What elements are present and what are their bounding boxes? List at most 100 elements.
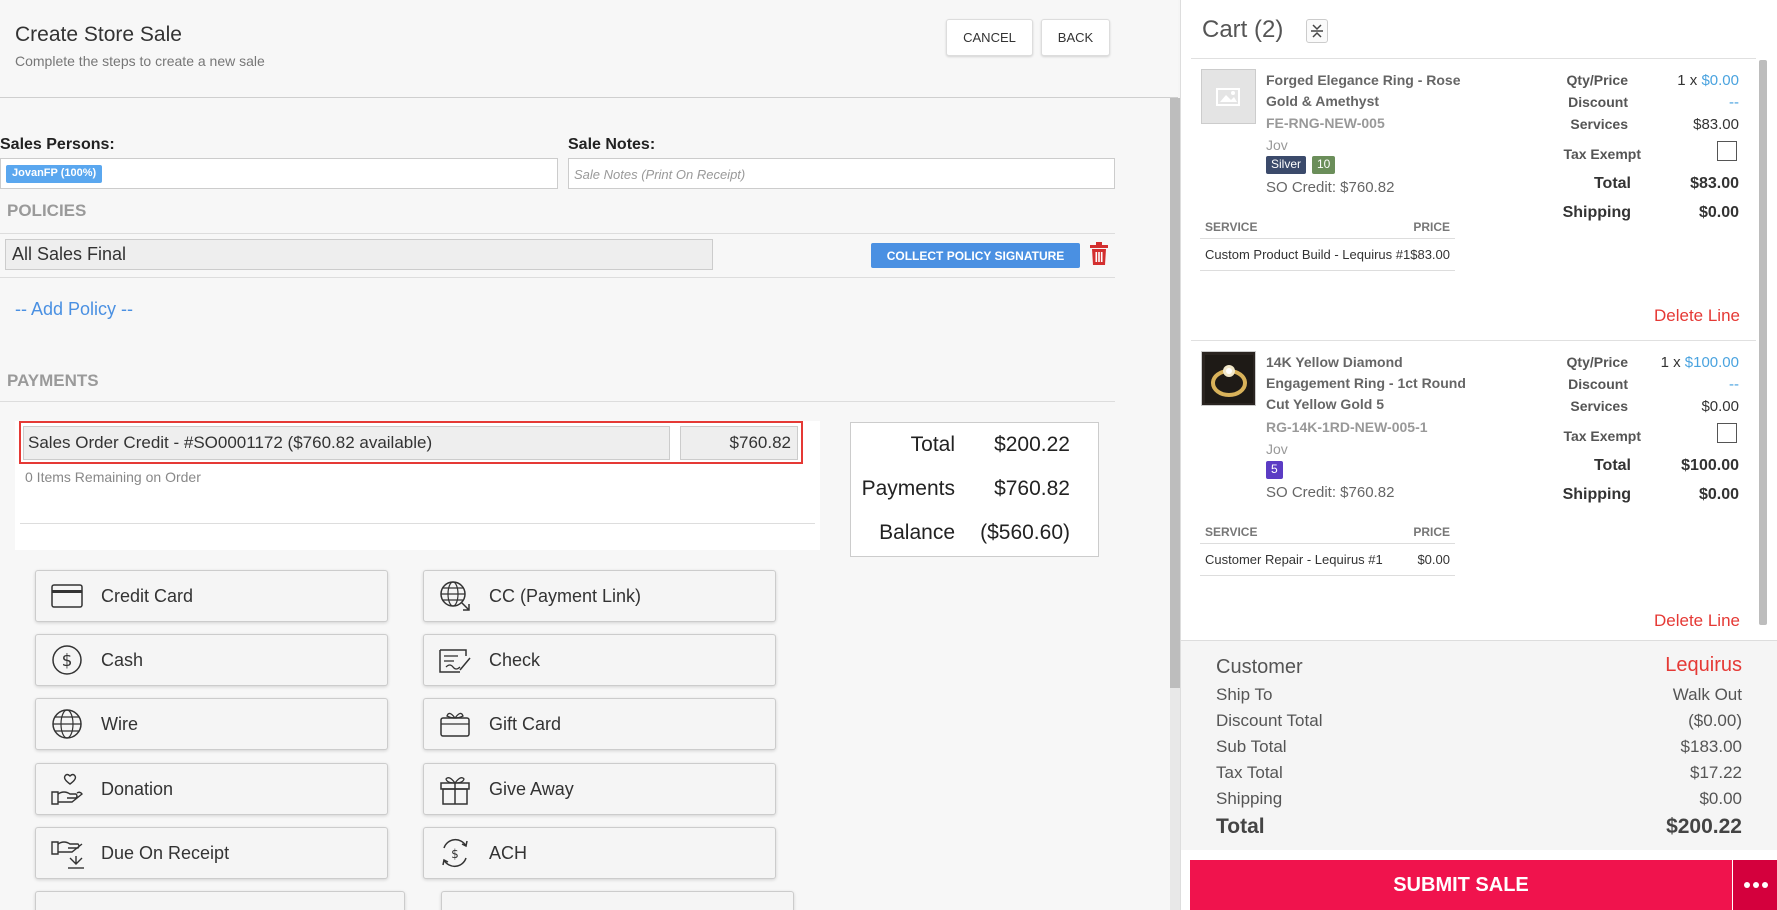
donation-button[interactable]: Donation	[35, 763, 388, 815]
service-price: $0.00	[1417, 552, 1450, 567]
item-total-value: $83.00	[1690, 175, 1739, 192]
payment-method-button[interactable]	[35, 891, 405, 910]
due-on-receipt-button[interactable]: Due On Receipt	[35, 827, 388, 879]
payments-value: $760.82	[994, 477, 1070, 500]
customer-value[interactable]: Lequirus	[1665, 654, 1742, 677]
divider	[1191, 58, 1756, 59]
services-value: $83.00	[1693, 116, 1739, 133]
donation-icon	[50, 772, 84, 806]
item-total-label: Total	[1593, 175, 1631, 192]
balance-row: Balance ($560.60)	[851, 521, 1100, 551]
item-shipping-value[interactable]: $0.00	[1699, 486, 1739, 504]
balance-value: ($560.60)	[980, 521, 1070, 544]
discount-value[interactable]: --	[1729, 376, 1739, 393]
qty-price-label: Qty/Price	[1566, 72, 1628, 88]
payments-heading: PAYMENTS	[7, 371, 99, 390]
delete-line-link[interactable]: Delete Line	[1654, 306, 1740, 326]
delete-line-link[interactable]: Delete Line	[1654, 611, 1740, 631]
sales-persons-field[interactable]: JovanFP (100%)	[0, 158, 558, 189]
due-on-receipt-label: Due On Receipt	[101, 842, 230, 863]
submit-sale-button[interactable]: SUBMIT SALE	[1190, 860, 1732, 910]
size-badge: 5	[1266, 461, 1283, 479]
price-value[interactable]: $100.00	[1685, 354, 1739, 371]
cash-button[interactable]: $ Cash	[35, 634, 388, 686]
gift-card-button[interactable]: Gift Card	[423, 698, 776, 750]
ship-to-value[interactable]: Walk Out	[1673, 685, 1742, 705]
service-column-header: SERVICE	[1205, 525, 1258, 539]
trash-icon[interactable]	[1088, 242, 1110, 266]
cc-payment-link-button[interactable]: CC (Payment Link)	[423, 570, 776, 622]
qty-price-value[interactable]: 1 x $100.00	[1661, 354, 1739, 371]
check-label: Check	[489, 649, 541, 670]
more-options-icon[interactable]	[1733, 860, 1777, 910]
wire-button[interactable]: Wire	[35, 698, 388, 750]
item-shipping-label: Shipping	[1562, 204, 1631, 221]
cancel-button[interactable]: CANCEL	[946, 19, 1033, 56]
size-badge: 10	[1312, 156, 1336, 174]
scrollbar-thumb[interactable]	[1170, 98, 1180, 688]
sub-total-value: $183.00	[1680, 737, 1742, 756]
policy-field[interactable]: All Sales Final	[5, 239, 713, 270]
sale-notes-label: Sale Notes:	[568, 136, 656, 153]
highlight-box	[19, 421, 803, 464]
back-button[interactable]: BACK	[1041, 19, 1110, 56]
credit-card-icon	[50, 579, 84, 613]
item-name[interactable]: 14K Yellow Diamond Engagement Ring - 1ct…	[1266, 352, 1466, 415]
product-image	[1201, 351, 1256, 406]
item-total-label: Total	[1593, 457, 1631, 474]
policies-heading: POLICIES	[7, 201, 87, 220]
services-value: $0.00	[1701, 398, 1739, 415]
so-credit-text: SO Credit: $760.82	[1266, 484, 1395, 501]
add-policy-link[interactable]: -- Add Policy --	[15, 299, 133, 320]
divider	[0, 277, 1115, 278]
credit-card-button[interactable]: Credit Card	[35, 570, 388, 622]
payments-row: Payments $760.82	[851, 477, 1100, 507]
due-receipt-icon	[50, 836, 84, 870]
price-value[interactable]: $0.00	[1701, 72, 1739, 89]
item-name[interactable]: Forged Elegance Ring - Rose Gold & Ameth…	[1266, 70, 1466, 112]
total-row: Total $200.22	[851, 433, 1100, 463]
payment-method-button[interactable]	[441, 891, 794, 910]
services-table-header: SERVICE PRICE	[1200, 216, 1455, 239]
services-table-header: SERVICE PRICE	[1200, 521, 1455, 544]
give-away-button[interactable]: Give Away	[423, 763, 776, 815]
tax-exempt-checkbox[interactable]	[1717, 423, 1737, 443]
service-name: Customer Repair - Lequirus #1	[1205, 552, 1383, 567]
page-subtitle: Complete the steps to create a new sale	[15, 53, 265, 69]
discount-label: Discount	[1568, 94, 1628, 110]
donation-label: Donation	[101, 778, 174, 799]
services-table: SERVICE PRICE Customer Repair - Lequirus…	[1200, 521, 1455, 576]
product-image-placeholder-icon	[1201, 69, 1256, 124]
item-shipping-value[interactable]: $0.00	[1699, 204, 1739, 222]
divider	[1191, 340, 1756, 341]
ach-label: ACH	[489, 842, 528, 863]
service-column-header: SERVICE	[1205, 220, 1258, 234]
price-column-header: PRICE	[1413, 220, 1450, 234]
dollar-coin-icon: $	[50, 643, 84, 677]
tax-exempt-checkbox[interactable]	[1717, 141, 1737, 161]
total-value: $200.22	[994, 433, 1070, 456]
globe-icon	[50, 707, 84, 741]
customer-label: Customer	[1216, 656, 1303, 678]
sales-person-chip[interactable]: JovanFP (100%)	[6, 165, 103, 183]
items-remaining-text: 0 Items Remaining on Order	[25, 469, 201, 485]
check-button[interactable]: Check	[423, 634, 776, 686]
service-row[interactable]: Customer Repair - Lequirus #1 $0.00	[1200, 544, 1455, 576]
collect-policy-signature-button[interactable]: COLLECT POLICY SIGNATURE	[871, 243, 1080, 268]
discount-total-value[interactable]: ($0.00)	[1688, 711, 1742, 731]
tax-total-value[interactable]: $17.22	[1690, 763, 1742, 783]
cart-scrollbar[interactable]	[1759, 60, 1767, 625]
ach-button[interactable]: $ ACH	[423, 827, 776, 879]
qty-price-value[interactable]: 1 x $0.00	[1677, 72, 1739, 89]
qty-value: 1 x	[1660, 354, 1681, 371]
item-sku: FE-RNG-NEW-005	[1266, 115, 1385, 131]
sale-notes-input[interactable]: Sale Notes (Print On Receipt)	[568, 158, 1115, 189]
collapse-icon[interactable]	[1306, 19, 1328, 43]
tax-total-label: Tax Total	[1216, 763, 1283, 782]
ship-to-label: Ship To	[1216, 685, 1273, 704]
services-table: SERVICE PRICE Custom Product Build - Leq…	[1200, 216, 1455, 271]
globe-link-icon	[438, 579, 472, 613]
service-row[interactable]: Custom Product Build - Lequirus #1 $83.0…	[1200, 239, 1455, 271]
total-label: Total	[910, 433, 955, 456]
discount-value[interactable]: --	[1729, 94, 1739, 111]
